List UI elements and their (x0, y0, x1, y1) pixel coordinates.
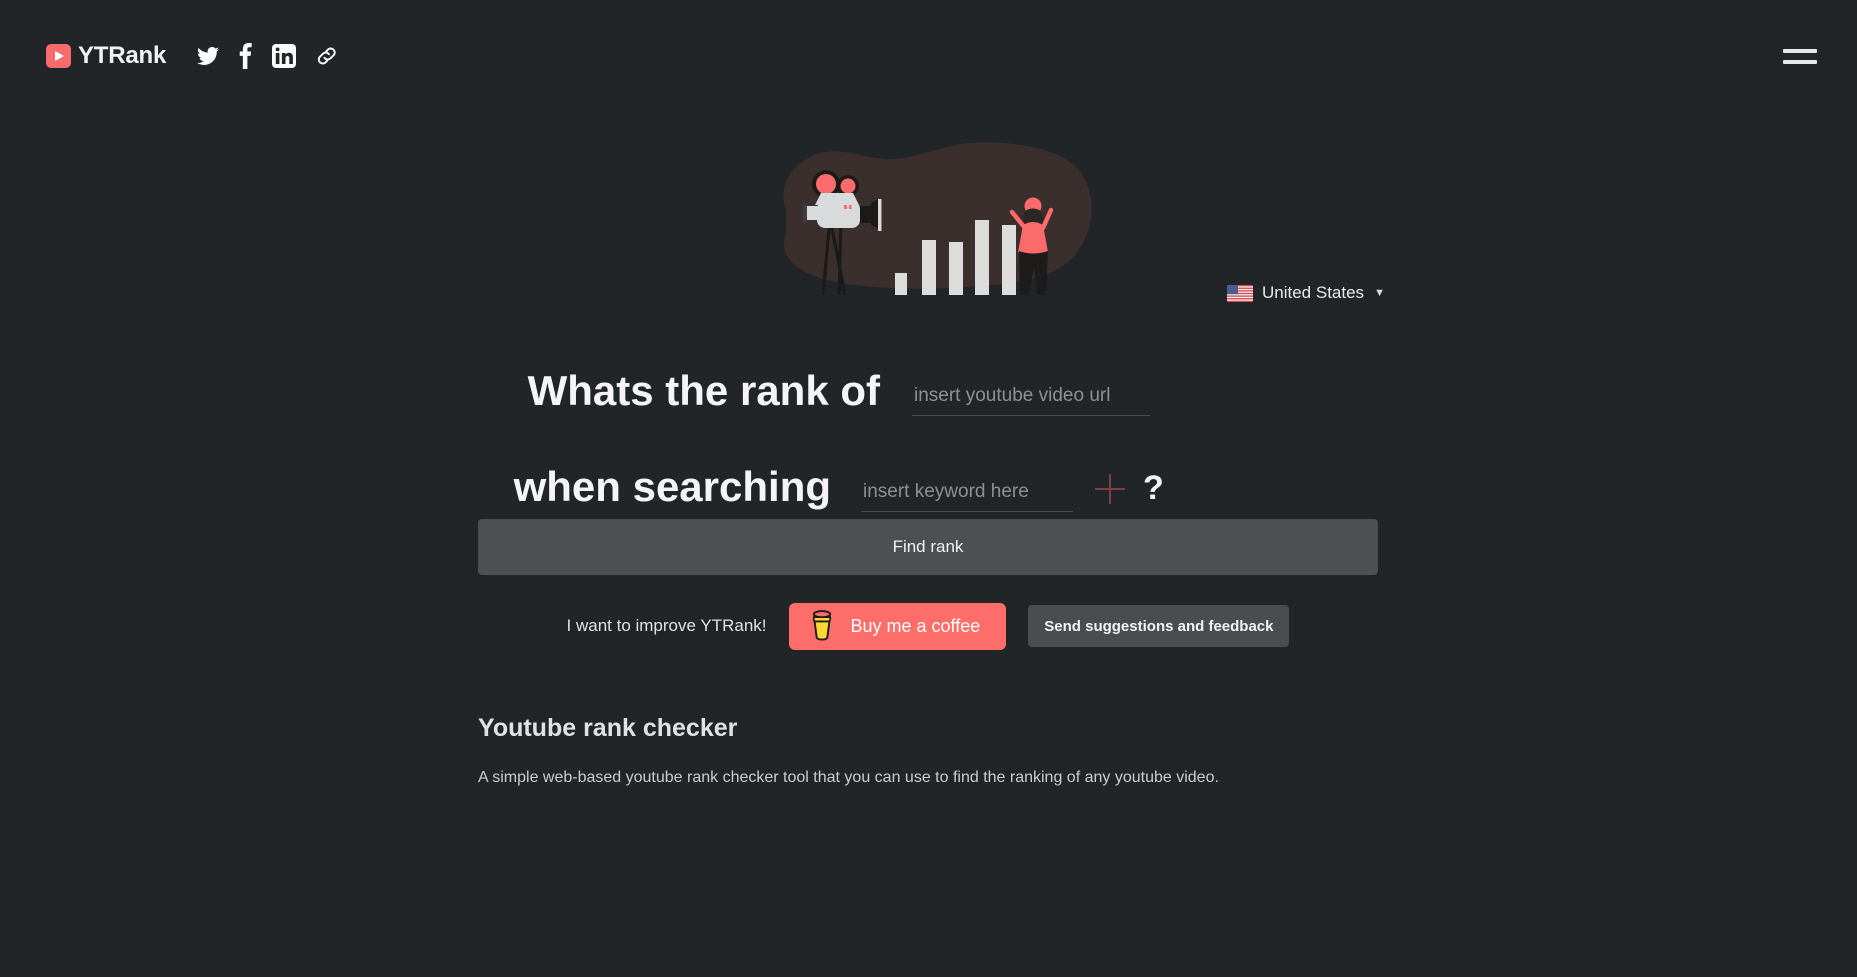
improve-message: I want to improve YTRank! (566, 616, 767, 635)
find-rank-button[interactable]: Find rank (478, 519, 1378, 575)
linkedin-icon[interactable] (272, 44, 297, 68)
coffee-cup-icon (809, 609, 835, 644)
buy-me-a-coffee-button[interactable]: Buy me a coffee (788, 602, 1007, 650)
question-prefix-line1: Whats the rank of (527, 367, 880, 414)
page-root: YTRank United States ▼ Whats the rank of… (0, 0, 1857, 977)
send-feedback-button[interactable]: Send suggestions and feedback (1028, 605, 1290, 647)
us-flag-icon (1227, 284, 1253, 302)
brand-name: YTRank (78, 42, 167, 69)
logo-home-link[interactable]: YTRank (46, 42, 166, 70)
coffee-button-label: Buy me a coffee (850, 615, 981, 636)
support-row: I want to improve YTRank! Buy me a coffe… (478, 598, 1378, 654)
brand-group: YTRank (46, 42, 339, 70)
keyword-field-wrap (831, 477, 1073, 522)
link-icon[interactable] (315, 44, 339, 68)
search-row-keyword: when searching ? (478, 426, 1378, 522)
article-section: Youtube rank checker A simple web-based … (478, 714, 1478, 787)
video-camera-analytics-illustration (759, 118, 1099, 298)
youtube-play-icon (46, 44, 71, 68)
keyword-input[interactable] (861, 477, 1073, 512)
video-url-field-wrap (880, 381, 1150, 426)
country-selector[interactable]: United States ▼ (1227, 283, 1385, 303)
hamburger-menu-icon[interactable] (1783, 43, 1817, 69)
twitter-icon[interactable] (196, 45, 220, 67)
social-links (196, 43, 339, 69)
question-mark-text: ? (1143, 469, 1164, 507)
country-name: United States (1262, 283, 1365, 302)
facebook-icon[interactable] (239, 43, 253, 69)
rank-search-form: Whats the rank of when searching ? (478, 330, 1378, 522)
plus-icon[interactable] (1095, 474, 1125, 504)
chevron-down-icon: ▼ (1374, 287, 1385, 299)
question-prefix-line2: when searching (513, 463, 831, 510)
article-heading: Youtube rank checker (478, 714, 738, 742)
article-body: A simple web-based youtube rank checker … (478, 769, 1219, 786)
search-row-url: Whats the rank of (478, 330, 1378, 426)
site-header: YTRank (0, 0, 1857, 112)
video-url-input[interactable] (912, 381, 1150, 416)
